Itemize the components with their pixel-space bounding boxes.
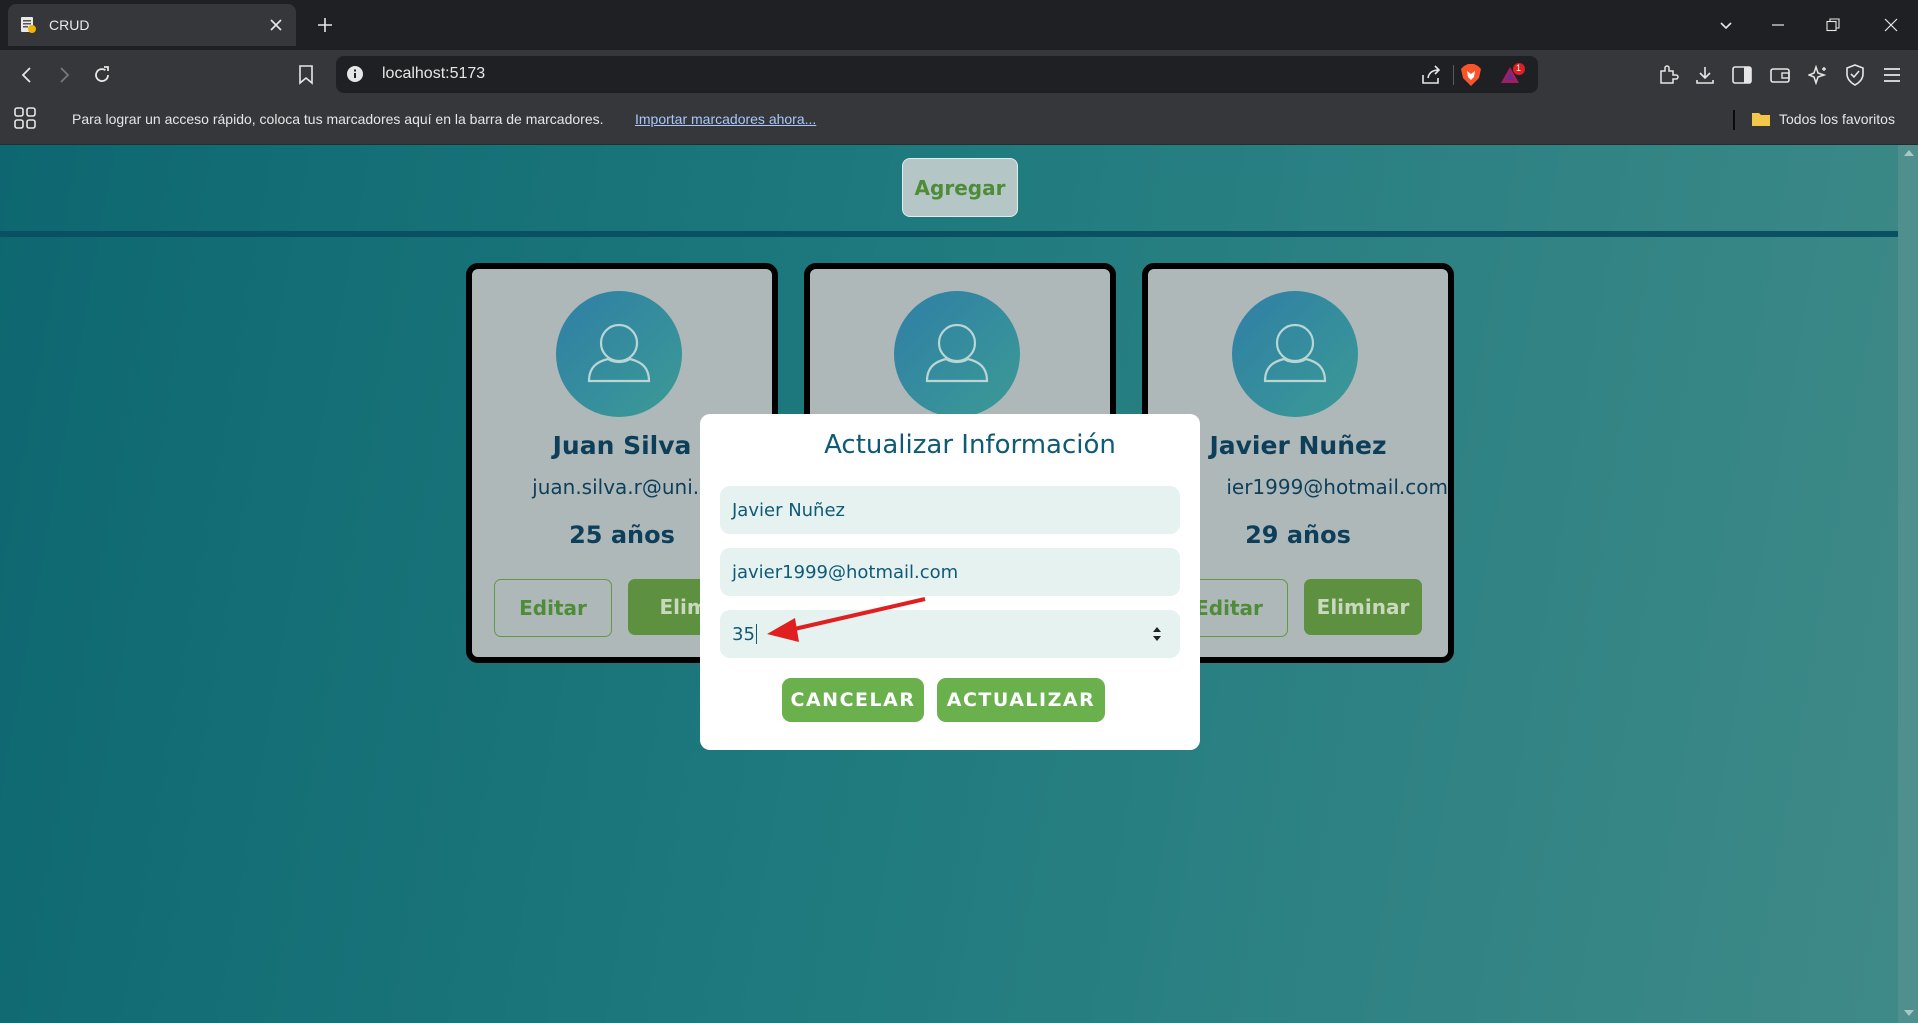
close-window-icon[interactable] (1876, 10, 1906, 40)
spinner-arrows-icon[interactable] (1152, 625, 1162, 643)
scroll-up-arrow-icon[interactable] (1904, 150, 1914, 156)
update-button[interactable]: ACTUALIZAR (937, 678, 1105, 722)
vpn-icon[interactable] (1843, 63, 1867, 87)
user-icon (1263, 323, 1327, 383)
delete-button[interactable]: Eliminar (1304, 579, 1422, 635)
menu-icon[interactable] (1880, 63, 1904, 87)
email-field-value: javier1999@hotmail.com (732, 561, 959, 583)
tab-strip: CRUD (0, 0, 1918, 50)
tab-title: CRUD (49, 17, 90, 33)
info-icon[interactable] (346, 65, 364, 83)
edit-button[interactable]: Editar (494, 579, 612, 637)
download-icon[interactable] (1693, 63, 1717, 87)
user-icon (925, 323, 989, 383)
page-viewport: Agregar Juan Silva juan.silva.r@uni.p 25… (0, 145, 1898, 1023)
tab-search-chevron-icon[interactable] (1711, 10, 1741, 40)
leo-ai-icon[interactable] (1806, 63, 1830, 87)
sidebar-icon[interactable] (1730, 63, 1754, 87)
url-divider (1453, 65, 1454, 85)
age-field-value: 35 (732, 623, 755, 645)
apps-icon[interactable] (13, 106, 37, 130)
all-favorites[interactable]: Todos los favoritos (1779, 111, 1895, 127)
restore-icon[interactable] (1818, 10, 1848, 40)
bookmarks-prompt: Para lograr un acceso rápido, coloca tus… (72, 111, 604, 127)
new-tab-icon[interactable] (312, 12, 338, 38)
vertical-scrollbar[interactable] (1898, 145, 1918, 1023)
add-button[interactable]: Agregar (902, 158, 1018, 217)
brave-rewards-icon[interactable]: 1 (1500, 63, 1526, 87)
bookmark-icon[interactable] (292, 61, 320, 89)
update-modal: Actualizar Información Javier Nuñez javi… (700, 414, 1200, 750)
name-field-value: Javier Nuñez (732, 499, 845, 521)
reload-icon[interactable] (88, 61, 116, 89)
browser-tab[interactable]: CRUD (8, 4, 296, 46)
email-field[interactable]: javier1999@hotmail.com (720, 548, 1180, 596)
address-bar[interactable]: localhost:5173 1 (336, 56, 1538, 93)
brave-shields-icon[interactable] (1460, 63, 1482, 87)
minimize-icon[interactable] (1763, 10, 1793, 40)
cancel-button[interactable]: CANCELAR (782, 678, 924, 722)
name-field[interactable]: Javier Nuñez (720, 486, 1180, 534)
rewards-badge: 1 (1516, 63, 1522, 73)
forward-icon[interactable] (50, 61, 78, 89)
navigation-bar: localhost:5173 1 (0, 50, 1918, 100)
scroll-down-arrow-icon[interactable] (1904, 1010, 1914, 1016)
age-field[interactable]: 35 (720, 610, 1180, 658)
header-divider (0, 231, 1898, 237)
import-bookmarks-link[interactable]: Importar marcadores ahora... (635, 111, 816, 127)
page-favicon-icon (19, 16, 37, 34)
modal-title: Actualizar Información (824, 430, 1116, 460)
url-text[interactable]: localhost:5173 (382, 65, 485, 83)
text-caret (755, 624, 757, 644)
wallet-icon[interactable] (1768, 63, 1792, 87)
share-icon[interactable] (1420, 64, 1442, 86)
user-icon (587, 323, 651, 383)
extensions-icon[interactable] (1656, 63, 1680, 87)
close-tab-icon[interactable] (264, 13, 288, 37)
avatar (894, 291, 1020, 417)
avatar (1232, 291, 1358, 417)
bookmarks-divider (1733, 110, 1735, 130)
avatar (556, 291, 682, 417)
back-icon[interactable] (13, 61, 41, 89)
folder-icon[interactable] (1751, 110, 1771, 128)
